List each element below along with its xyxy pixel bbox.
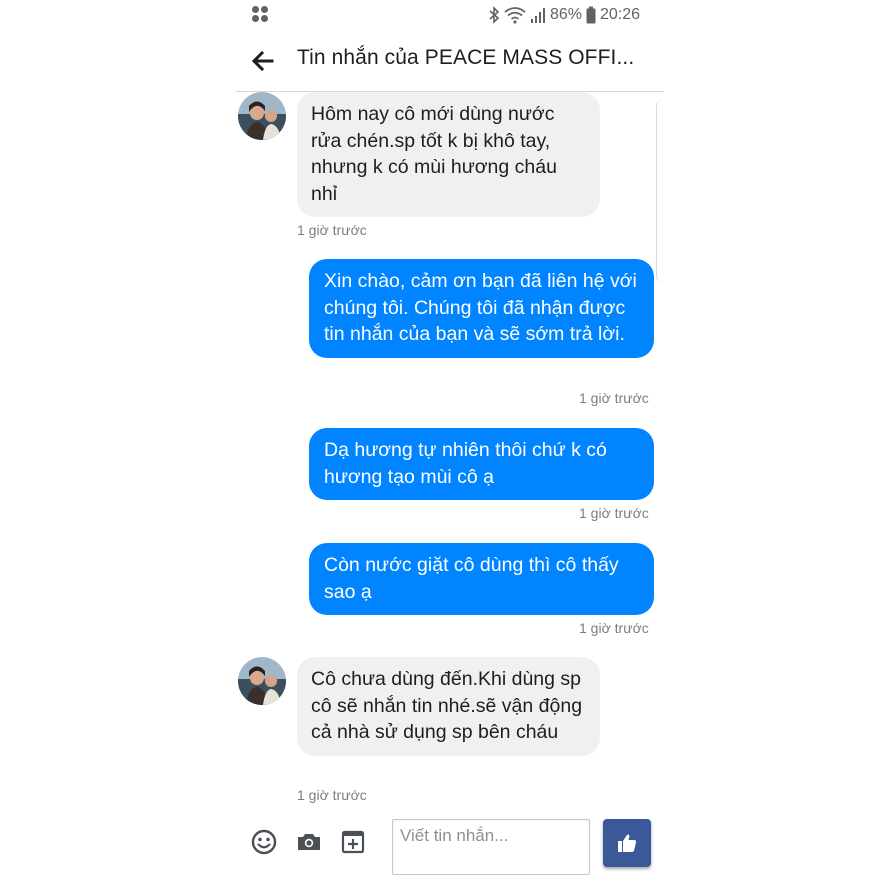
incoming-message-bubble[interactable]: Cô chưa dùng đến.Khi dùng sp cô sẽ nhắn … <box>297 657 600 756</box>
conversation-title: Tin nhắn của PEACE MASS OFFI... <box>297 46 635 69</box>
like-button[interactable] <box>603 819 651 867</box>
message-timestamp: 1 giờ trước <box>297 222 367 238</box>
add-media-icon[interactable] <box>339 828 367 856</box>
battery-icon <box>586 6 596 24</box>
camera-icon[interactable] <box>295 828 323 856</box>
message-timestamp: 1 giờ trước <box>579 620 649 636</box>
outgoing-message-bubble[interactable]: Dạ hương tự nhiên thôi chứ k có hương tạ… <box>309 428 654 500</box>
outgoing-message-bubble[interactable]: Còn nước giặt cô dùng thì cô thấy sao ạ <box>309 543 654 615</box>
signal-icon <box>531 8 545 23</box>
scrollbar[interactable] <box>656 100 665 282</box>
avatar[interactable] <box>238 657 286 705</box>
thumbs-up-icon <box>618 834 637 852</box>
back-arrow-icon[interactable] <box>250 48 276 74</box>
emoji-icon[interactable] <box>250 828 278 856</box>
battery-percent: 86% <box>550 6 583 23</box>
wifi-icon <box>504 7 526 24</box>
status-bar <box>0 0 893 30</box>
outgoing-message-bubble[interactable]: Xin chào, cảm ơn bạn đã liên hệ với chún… <box>309 259 654 358</box>
message-input[interactable]: Viết tin nhắn... <box>392 819 590 875</box>
message-timestamp: 1 giờ trước <box>297 787 367 803</box>
message-timestamp: 1 giờ trước <box>579 390 649 406</box>
bluetooth-icon <box>489 6 500 24</box>
status-indicators: 86% 20:26 <box>488 5 640 25</box>
status-time: 20:26 <box>600 6 641 23</box>
incoming-message-bubble[interactable]: Hôm nay cô mới dùng nước rửa chén.sp tốt… <box>297 92 600 217</box>
message-timestamp: 1 giờ trước <box>579 505 649 521</box>
avatar[interactable] <box>238 92 286 140</box>
app-grid-icon <box>252 6 270 24</box>
